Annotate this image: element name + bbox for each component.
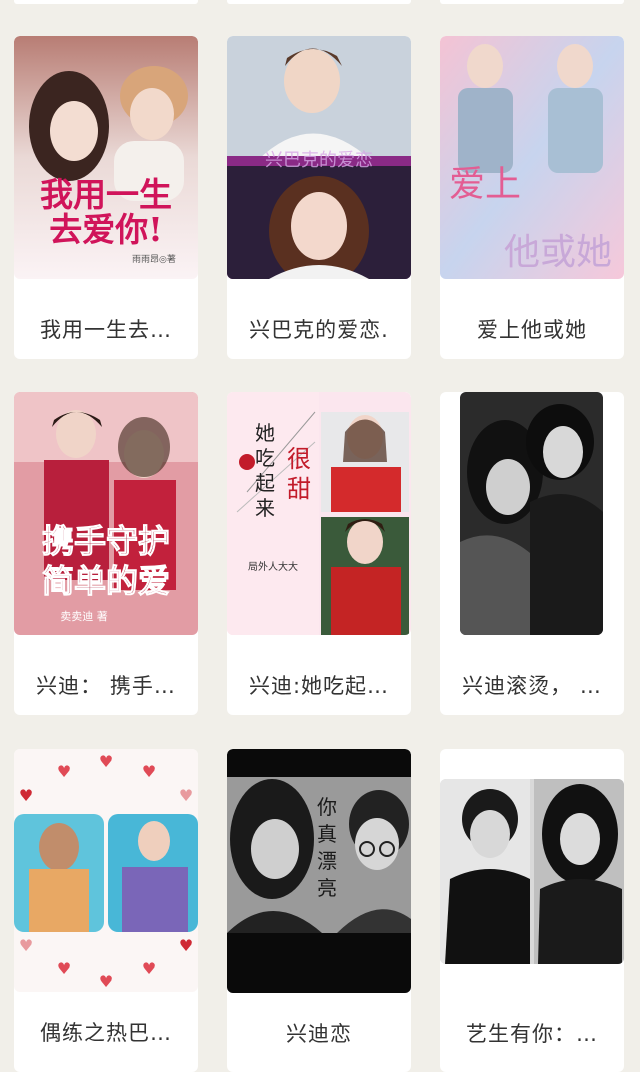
book-card-1[interactable]: 我用一生 去爱你! 雨雨昂◎著 我用一生去… [14, 36, 198, 359]
book-title[interactable]: 偶练之热巴… [14, 1002, 198, 1062]
book-card-6[interactable]: 兴迪滚烫， … [440, 392, 624, 715]
cover-title-line4: 亮 [317, 876, 337, 900]
cover-title-line2: 简单的爱 [42, 562, 170, 600]
book-title[interactable]: 爱上他或她 [440, 299, 624, 359]
book-card-7[interactable]: ♥ ♥ ♥ ♥ ♥ ♥ ♥ ♥ ♥ ♥ 偶练之热巴… [14, 749, 198, 1072]
book-card-9[interactable]: 艺生有你：… [440, 749, 624, 1072]
previous-card-bottom [440, 0, 624, 4]
book-card-4[interactable]: 携手守护 简单的爱 卖卖迪 著 兴迪： 携手… [14, 392, 198, 715]
previous-card-bottom [227, 0, 411, 4]
cover-title-line2: 他或她 [504, 232, 612, 273]
cover-title-line1c: 起 [255, 471, 275, 495]
cover-title-line1: 你 [317, 795, 337, 819]
heart-icon: ♥ [142, 959, 156, 978]
book-title[interactable]: 兴迪滚烫， … [440, 655, 624, 715]
heart-icon: ♥ [19, 936, 33, 955]
book-title[interactable]: 我用一生去… [14, 299, 198, 359]
book-title[interactable]: 兴巴克的爱恋. [227, 299, 411, 359]
heart-icon: ♥ [99, 752, 113, 771]
book-cover-image[interactable]: 她 吃 起 来 很 甜 局外人大大 [227, 392, 411, 635]
cover-title-line1: 携手守护 [42, 522, 170, 560]
cover-title-line2: 去爱你! [49, 210, 163, 249]
book-cover-image[interactable]: 携手守护 简单的爱 卖卖迪 著 [14, 392, 198, 635]
book-cover-image[interactable]: 兴巴克的爱恋 [227, 36, 411, 279]
book-cover-image[interactable]: ♥ ♥ ♥ ♥ ♥ ♥ ♥ ♥ ♥ ♥ [14, 749, 198, 992]
heart-icon: ♥ [57, 959, 71, 978]
cover-title-line1: 我用一生 [40, 175, 172, 214]
book-card-8[interactable]: 你 真 漂 亮 兴迪恋 [227, 749, 411, 1072]
cover-title-line1: 她 [255, 421, 275, 445]
book-cover-image[interactable] [440, 779, 624, 964]
book-card-3[interactable]: 爱上 他或她 爱上他或她 [440, 36, 624, 359]
book-title[interactable]: 兴迪:她吃起… [227, 655, 411, 715]
cover-author: 雨雨昂◎著 [132, 253, 176, 265]
cover-title-line2b: 甜 [287, 475, 311, 503]
book-title[interactable]: 兴迪： 携手… [14, 655, 198, 715]
heart-icon: ♥ [142, 762, 156, 781]
cover-title-line2: 很 [287, 445, 311, 473]
cover-title-line3: 漂 [317, 849, 337, 873]
cover-title-line1b: 吃 [255, 446, 275, 470]
book-title[interactable]: 兴迪恋 [227, 1003, 411, 1063]
heart-icon: ♥ [179, 936, 193, 955]
book-cover-image[interactable]: 你 真 漂 亮 [227, 749, 411, 993]
cover-title-line1: 爱上 [449, 164, 521, 205]
heart-icon: ♥ [57, 762, 71, 781]
cover-title-line1d: 来 [255, 496, 275, 520]
cover-author: 局外人大大 [248, 560, 298, 573]
cover-title-line2: 真 [317, 822, 337, 846]
cover-author: 卖卖迪 著 [60, 609, 108, 623]
book-cover-image[interactable]: 爱上 他或她 [440, 36, 624, 279]
book-card-2[interactable]: 兴巴克的爱恋 兴巴克的爱恋. [227, 36, 411, 359]
cover-title: 兴巴克的爱恋 [265, 149, 373, 171]
book-cover-image[interactable]: 我用一生 去爱你! 雨雨昂◎著 [14, 36, 198, 279]
previous-card-bottom [14, 0, 198, 4]
book-card-5[interactable]: 她 吃 起 来 很 甜 局外人大大 兴迪:她吃起… [227, 392, 411, 715]
book-title[interactable]: 艺生有你：… [440, 1003, 624, 1063]
heart-icon: ♥ [19, 786, 33, 805]
book-cover-image[interactable] [460, 392, 603, 635]
heart-icon: ♥ [99, 972, 113, 991]
heart-icon: ♥ [179, 786, 193, 805]
